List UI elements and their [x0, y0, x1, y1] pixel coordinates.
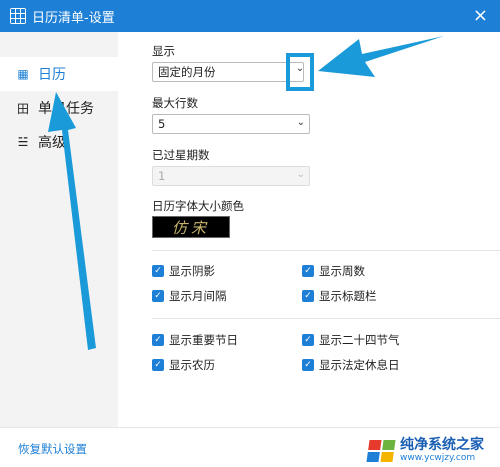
checkbox-show-month-gap[interactable]: ✓ 显示月间隔	[152, 288, 227, 304]
reset-defaults-link[interactable]: 恢复默认设置	[18, 441, 87, 457]
checkmark-icon: ✓	[302, 290, 314, 302]
checkbox-show-legal-holidays[interactable]: ✓ 显示法定休息日	[302, 357, 400, 373]
checkbox-show-shadow[interactable]: ✓ 显示阴影	[152, 263, 215, 279]
app-grid-icon	[10, 8, 26, 24]
title-bar: 日历清单-设置 ×	[0, 0, 500, 32]
display-mode-value: 固定的月份	[158, 65, 216, 79]
sidebar-item-calendar[interactable]: ▦ 日历	[0, 57, 118, 91]
max-rows-label: 最大行数	[152, 96, 198, 110]
font-color-label: 日历字体大小颜色	[152, 199, 244, 213]
sliders-icon: ☱	[17, 135, 29, 149]
max-rows-value: 5	[158, 117, 166, 131]
checkmark-icon: ✓	[152, 334, 164, 346]
divider	[152, 318, 500, 319]
sidebar-item-label: 单日任务	[38, 101, 94, 117]
window-title: 日历清单-设置	[32, 10, 115, 26]
checkbox-label: 显示周数	[319, 264, 365, 278]
sidebar-item-advanced[interactable]: ☱ 高级	[0, 125, 118, 159]
close-icon[interactable]: ×	[473, 5, 488, 26]
checkmark-icon: ✓	[152, 265, 164, 277]
chevron-down-icon: ⌄	[296, 169, 305, 180]
watermark-url: www.ycwjzy.com	[400, 453, 476, 463]
windows-logo-icon	[366, 439, 396, 462]
display-mode-select[interactable]: 固定的月份	[152, 62, 304, 82]
checkbox-label: 显示二十四节气	[319, 333, 400, 347]
chevron-down-icon: ⌄	[296, 117, 305, 128]
watermark-title: 纯净系统之家	[400, 437, 484, 453]
checkbox-label: 显示法定休息日	[319, 358, 400, 372]
checkbox-show-week-numbers[interactable]: ✓ 显示周数	[302, 263, 365, 279]
checkbox-show-solar-terms[interactable]: ✓ 显示二十四节气	[302, 332, 400, 348]
checkbox-label: 显示标题栏	[319, 289, 377, 303]
checkmark-icon: ✓	[152, 290, 164, 302]
checkbox-label: 显示月间隔	[169, 289, 227, 303]
grid-icon: 田	[16, 101, 29, 116]
past-weeks-value: 1	[158, 169, 166, 183]
checkbox-label: 显示重要节日	[169, 333, 238, 347]
checkbox-show-lunar[interactable]: ✓ 显示农历	[152, 357, 215, 373]
watermark: 纯净系统之家 www.ycwjzy.com	[366, 437, 484, 463]
checkmark-icon: ✓	[302, 334, 314, 346]
sidebar: ▦ 日历 田 单日任务 ☱ 高级	[0, 32, 118, 427]
past-weeks-label: 已过星期数	[152, 148, 210, 162]
divider	[152, 250, 500, 251]
display-label: 显示	[152, 44, 175, 58]
checkbox-label: 显示农历	[169, 358, 215, 372]
sidebar-item-label: 高级	[38, 135, 66, 151]
sidebar-item-daily-tasks[interactable]: 田 单日任务	[0, 91, 118, 125]
max-rows-select[interactable]: 5 ⌄	[152, 114, 310, 134]
sidebar-item-label: 日历	[38, 67, 66, 83]
checkbox-show-holidays[interactable]: ✓ 显示重要节日	[152, 332, 238, 348]
calendar-icon: ▦	[17, 67, 29, 81]
checkmark-icon: ✓	[302, 359, 314, 371]
settings-panel: 显示 固定的月份 最大行数 5 ⌄ 已过星期数 1 ⌄ 日历字体大小颜色 仿宋 …	[118, 32, 500, 427]
checkbox-show-title-bar[interactable]: ✓ 显示标题栏	[302, 288, 377, 304]
past-weeks-select: 1 ⌄	[152, 166, 310, 186]
font-preview-swatch[interactable]: 仿宋	[152, 216, 230, 238]
checkbox-label: 显示阴影	[169, 264, 215, 278]
checkmark-icon: ✓	[302, 265, 314, 277]
dropdown-chevron-button[interactable]: ⌄	[290, 64, 310, 78]
checkmark-icon: ✓	[152, 359, 164, 371]
footer: 恢复默认设置 纯净系统之家 www.ycwjzy.com	[0, 427, 500, 467]
